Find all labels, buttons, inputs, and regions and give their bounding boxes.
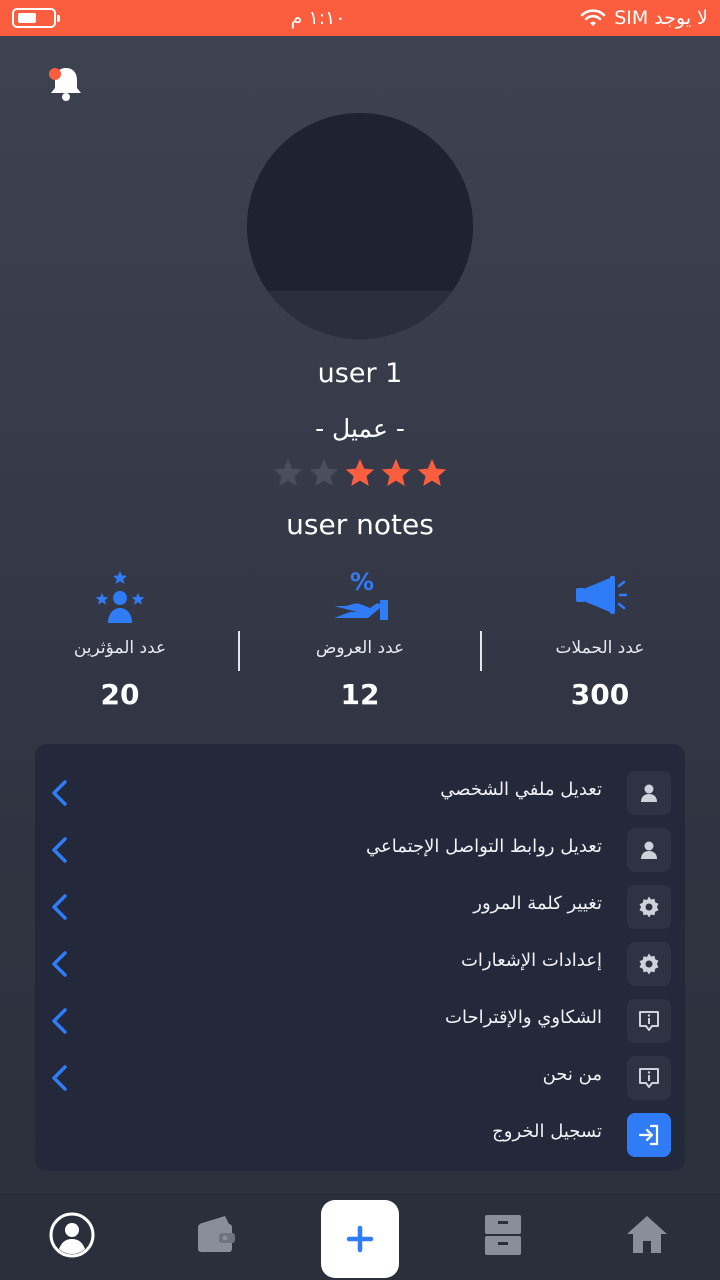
battery-icon bbox=[12, 8, 60, 28]
chevron-left-icon bbox=[52, 1065, 67, 1091]
menu-item-notification-settings[interactable]: إعدادات الإشعارات bbox=[35, 936, 685, 993]
avatar[interactable] bbox=[247, 113, 473, 339]
tab-profile[interactable] bbox=[46, 1209, 98, 1261]
username: user 1 bbox=[317, 358, 403, 389]
status-bar: ١:١٠ م لا يوجد SIM bbox=[0, 0, 720, 36]
status-time: ١:١٠ م bbox=[290, 7, 346, 29]
stat-offers: % عدد العروض 12 bbox=[240, 568, 480, 711]
home-icon bbox=[627, 1216, 667, 1253]
discount-hand-icon: % bbox=[334, 568, 388, 620]
stat-value: 300 bbox=[570, 678, 630, 711]
megaphone-icon bbox=[576, 576, 628, 614]
person-icon bbox=[627, 771, 671, 815]
stat-label: عدد العروض bbox=[315, 638, 405, 658]
gear-icon bbox=[627, 885, 671, 929]
add-button[interactable] bbox=[321, 1200, 399, 1278]
menu-item-change-password[interactable]: تغيير كلمة المرور bbox=[35, 879, 685, 936]
menu-item-label: تعديل روابط التواصل الإجتماعي bbox=[365, 836, 602, 857]
wifi-icon bbox=[580, 9, 606, 26]
gear-icon bbox=[627, 942, 671, 986]
chevron-left-icon bbox=[52, 894, 67, 920]
user-notes: user notes bbox=[286, 508, 434, 541]
divider bbox=[480, 631, 482, 671]
stat-influencers: عدد المؤثرين 20 bbox=[0, 568, 240, 711]
menu-item-label: إعدادات الإشعارات bbox=[460, 950, 602, 971]
notification-bell-icon[interactable] bbox=[46, 64, 86, 104]
stat-value: 20 bbox=[100, 678, 140, 711]
carrier-text: لا يوجد SIM bbox=[614, 7, 708, 29]
menu-item-label: تعديل ملفي الشخصي bbox=[440, 779, 602, 800]
plus-icon bbox=[346, 1225, 374, 1253]
star-icon bbox=[381, 458, 411, 487]
chevron-left-icon bbox=[52, 951, 67, 977]
chevron-left-icon bbox=[52, 780, 67, 806]
star-icon bbox=[309, 458, 339, 487]
tab-home[interactable] bbox=[621, 1209, 673, 1261]
chevron-left-icon bbox=[52, 1008, 67, 1034]
stat-campaigns: عدد الحملات 300 bbox=[480, 568, 720, 711]
influencers-icon bbox=[95, 571, 145, 623]
chevron-left-icon bbox=[52, 837, 67, 863]
menu-item-label: من نحن bbox=[542, 1064, 602, 1085]
menu-item-label: تسجيل الخروج bbox=[492, 1121, 602, 1142]
tab-archive[interactable] bbox=[477, 1209, 529, 1261]
stat-value: 12 bbox=[340, 678, 380, 711]
menu-item-edit-profile[interactable]: تعديل ملفي الشخصي bbox=[35, 765, 685, 822]
star-icon bbox=[273, 458, 303, 487]
stat-label: عدد المؤثرين bbox=[73, 638, 167, 658]
stats-row: عدد الحملات 300 % عدد العروض 12 عدد المؤ… bbox=[0, 568, 720, 718]
menu-item-logout[interactable]: تسجيل الخروج bbox=[35, 1107, 685, 1164]
wallet-icon bbox=[198, 1216, 235, 1252]
person-icon bbox=[627, 828, 671, 872]
rating-stars bbox=[0, 456, 720, 490]
menu-item-about-us[interactable]: من نحن bbox=[35, 1050, 685, 1107]
svg-text:%: % bbox=[350, 568, 374, 596]
menu-item-label: تغيير كلمة المرور bbox=[473, 893, 602, 914]
star-icon bbox=[345, 458, 375, 487]
tab-wallet[interactable] bbox=[190, 1209, 242, 1261]
star-icon bbox=[417, 458, 447, 487]
menu-item-label: الشكاوي والإقتراحات bbox=[445, 1007, 602, 1028]
stat-label: عدد الحملات bbox=[555, 638, 645, 658]
info-bubble-icon bbox=[627, 1056, 671, 1100]
menu-item-edit-social-links[interactable]: تعديل روابط التواصل الإجتماعي bbox=[35, 822, 685, 879]
menu-item-complaints-suggestions[interactable]: الشكاوي والإقتراحات bbox=[35, 993, 685, 1050]
logout-icon bbox=[627, 1113, 671, 1157]
user-role: - عميل - bbox=[315, 414, 405, 443]
status-right: لا يوجد SIM bbox=[580, 7, 708, 29]
profile-circle-icon bbox=[49, 1212, 95, 1258]
settings-menu: تعديل ملفي الشخصي تعديل روابط التواصل ال… bbox=[35, 744, 685, 1171]
archive-icon bbox=[485, 1215, 521, 1255]
info-bubble-icon bbox=[627, 999, 671, 1043]
